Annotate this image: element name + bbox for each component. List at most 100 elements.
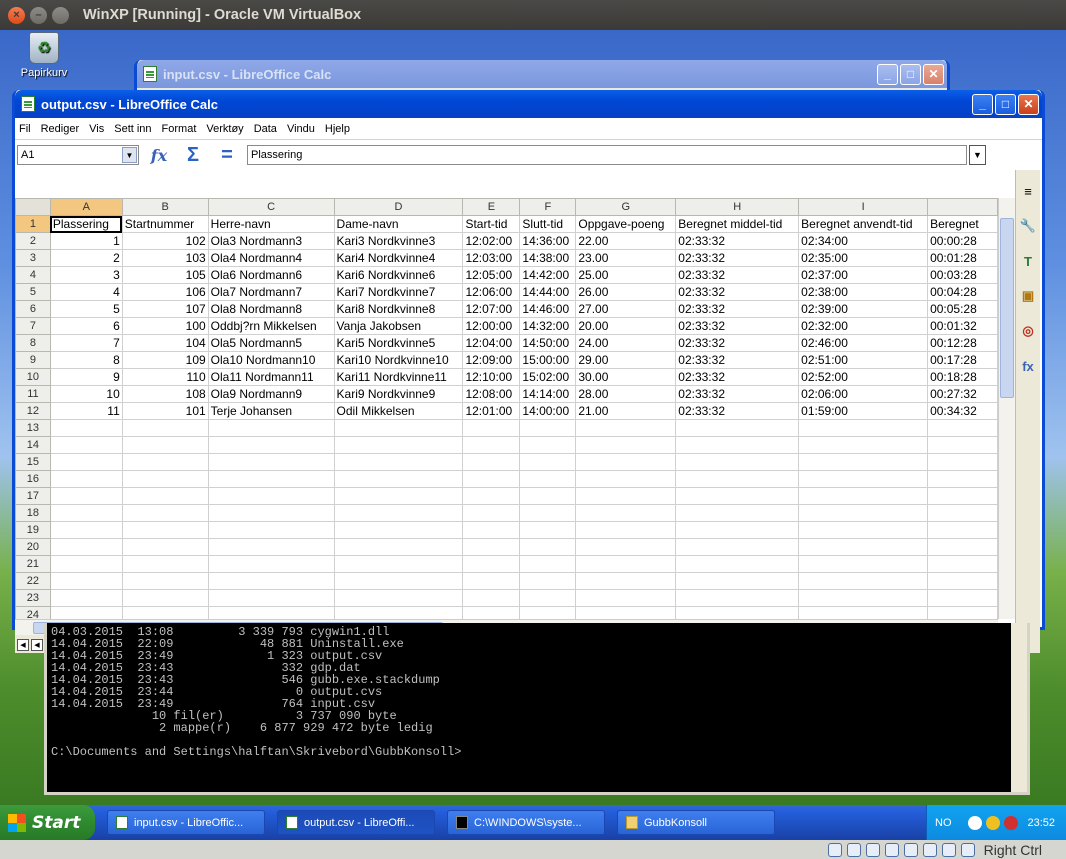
cell[interactable]: 02:06:00 [798,385,929,403]
recycle-bin[interactable]: ♻ Papirkurv [18,32,70,79]
cell[interactable]: Ola8 Nordmann8 [207,300,335,318]
cell[interactable] [462,538,521,556]
cell[interactable]: 101 [121,402,209,420]
cell[interactable]: 100 [121,317,209,335]
column-header-e[interactable]: E [462,198,521,216]
taskbar-item-console[interactable]: C:\WINDOWS\syste... [447,810,605,835]
cell[interactable]: Kari3 Nordkvinne3 [333,232,464,250]
cell[interactable] [333,606,464,619]
cell[interactable] [575,521,677,539]
first-sheet-icon[interactable]: ◀ [17,638,29,651]
cell[interactable]: Kari4 Nordkvinne4 [333,249,464,267]
cell[interactable]: 12:09:00 [462,351,521,369]
cell[interactable]: 12:03:00 [462,249,521,267]
cell[interactable] [927,419,998,437]
cell[interactable] [927,606,998,619]
cell[interactable] [519,572,577,590]
cell[interactable]: 00:05:28 [927,300,998,318]
cell[interactable] [207,504,335,522]
cell[interactable]: 02:33:32 [675,283,800,301]
cell[interactable]: 110 [121,368,209,386]
cell[interactable] [927,436,998,454]
menu-rediger[interactable]: Rediger [41,123,80,135]
cell[interactable]: 106 [121,283,209,301]
cell[interactable] [927,555,998,573]
cell[interactable]: 02:32:00 [798,317,929,335]
cell[interactable]: 12:06:00 [462,283,521,301]
cell[interactable]: Oppgave-poeng [575,215,677,233]
row-header[interactable]: 24 [15,606,51,619]
cell[interactable] [333,504,464,522]
cell[interactable] [675,487,800,505]
optical-drive-icon[interactable] [846,842,861,857]
cell[interactable] [798,419,929,437]
cell[interactable] [927,470,998,488]
cell[interactable] [49,589,123,607]
cell[interactable]: 8 [49,351,123,369]
cell[interactable] [519,606,577,619]
row-header[interactable]: 5 [15,283,51,301]
capture-icon[interactable] [941,842,956,857]
cell[interactable] [575,572,677,590]
cell[interactable]: Ola10 Nordmann10 [207,351,335,369]
cell[interactable]: Startnummer [121,215,209,233]
start-button[interactable]: Start [0,805,95,840]
cell[interactable] [575,589,677,607]
cell[interactable]: Slutt-tid [519,215,577,233]
cell[interactable]: 00:01:28 [927,249,998,267]
prev-sheet-icon[interactable]: ◀ [31,638,43,651]
cell[interactable] [675,419,800,437]
taskbar-item-output-calc[interactable]: output.csv - LibreOffi... [277,810,435,835]
cell[interactable]: 02:51:00 [798,351,929,369]
cell[interactable]: Beregnet [927,215,998,233]
cell[interactable] [49,453,123,471]
cell[interactable]: Kari9 Nordkvinne9 [333,385,464,403]
row-header[interactable]: 16 [15,470,51,488]
row-header[interactable]: 11 [15,385,51,403]
cell[interactable]: 02:37:00 [798,266,929,284]
cell[interactable] [575,470,677,488]
cell[interactable] [462,419,521,437]
cell[interactable]: 14:36:00 [519,232,577,250]
chevron-down-icon[interactable]: ▼ [122,147,137,163]
cell[interactable] [333,572,464,590]
menu-data[interactable]: Data [254,123,277,135]
row-header[interactable]: 9 [15,351,51,369]
cell[interactable] [575,555,677,573]
cell[interactable]: 27.00 [575,300,677,318]
row-header[interactable]: 4 [15,266,51,284]
cell[interactable]: 24.00 [575,334,677,352]
sum-icon[interactable]: Σ [179,144,207,166]
column-header-f[interactable]: F [519,198,577,216]
cell[interactable]: Plassering [49,215,123,233]
cell[interactable] [462,487,521,505]
cell[interactable] [462,453,521,471]
column-header-a[interactable]: A [49,198,123,216]
row-header[interactable]: 20 [15,538,51,556]
column-header-b[interactable]: B [121,198,209,216]
cell[interactable] [333,555,464,573]
cell[interactable]: 12:01:00 [462,402,521,420]
network-icon[interactable] [884,842,899,857]
column-header-c[interactable]: C [207,198,335,216]
menu-vis[interactable]: Vis [89,123,104,135]
row-header[interactable]: 19 [15,521,51,539]
cell[interactable] [798,487,929,505]
cell[interactable]: Ola5 Nordmann5 [207,334,335,352]
minimize-button[interactable]: _ [877,63,898,85]
cell[interactable] [462,521,521,539]
cell[interactable]: 02:33:32 [675,266,800,284]
column-header-i[interactable]: I [798,198,929,216]
menu-hjelp[interactable]: Hjelp [325,123,350,135]
cell[interactable]: 02:38:00 [798,283,929,301]
cell[interactable]: 02:33:32 [675,334,800,352]
cell[interactable]: Kari11 Nordkvinne11 [333,368,464,386]
cell[interactable]: Start-tid [462,215,521,233]
cell[interactable]: 00:18:28 [927,368,998,386]
cell[interactable]: 1 [49,232,123,250]
scroll-thumb[interactable] [1000,218,1014,398]
cell[interactable]: 00:12:28 [927,334,998,352]
cell[interactable] [519,487,577,505]
cell[interactable] [675,589,800,607]
cell[interactable]: 9 [49,368,123,386]
